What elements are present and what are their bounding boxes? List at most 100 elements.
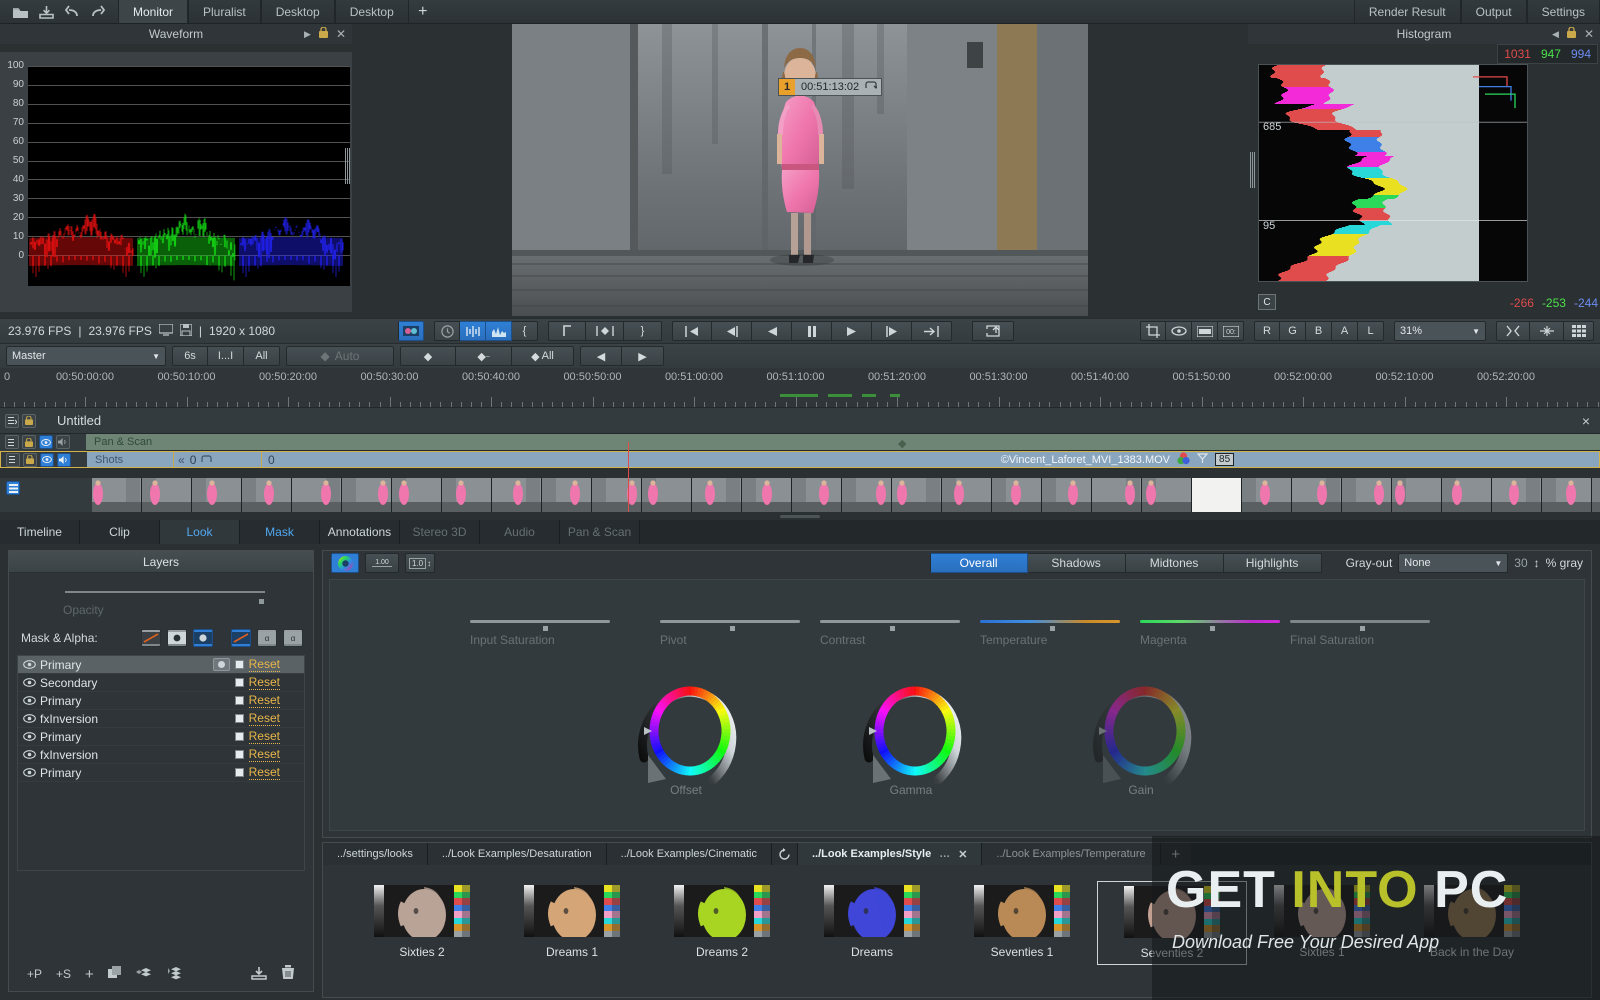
add-key-icon[interactable]: ◆: [400, 346, 456, 366]
waveform-resize-grip[interactable]: [345, 148, 350, 184]
visibility-icon[interactable]: [18, 714, 40, 723]
track-pan-and-scan[interactable]: Pan & Scan ◆: [0, 434, 1600, 451]
channel-a-button[interactable]: A: [1332, 321, 1358, 341]
reset-layer-link[interactable]: Reset: [249, 657, 280, 672]
grayout-stepper[interactable]: ↕: [1534, 556, 1540, 570]
filmstrip-frame[interactable]: [1242, 478, 1292, 512]
add-looks-tab-button[interactable]: +: [1161, 843, 1191, 865]
loop-icon[interactable]: [865, 80, 881, 94]
stack-down-icon[interactable]: [136, 966, 152, 983]
shot-prev-icon[interactable]: «: [178, 453, 185, 467]
video-monitor[interactable]: [352, 24, 1248, 316]
layer-checkbox[interactable]: [235, 750, 244, 759]
reset-layer-link[interactable]: Reset: [249, 747, 280, 762]
lock-icon[interactable]: [319, 27, 328, 41]
reset-layer-link[interactable]: Reset: [249, 711, 280, 726]
auto-keyframe-button[interactable]: ◆ Auto: [286, 346, 394, 366]
filmstrip-frame[interactable]: [1492, 478, 1542, 512]
grayout-select[interactable]: None ▼: [1398, 553, 1508, 573]
tab-audio[interactable]: Audio: [480, 520, 560, 544]
tab-mask[interactable]: Mask: [240, 520, 320, 544]
tab-output[interactable]: Output: [1461, 0, 1527, 23]
playhead-timecode-badge[interactable]: 1 00:51:13:02: [778, 78, 882, 96]
layer-row[interactable]: fxInversionReset: [18, 710, 304, 728]
center-icon[interactable]: [1530, 321, 1564, 341]
range-midtones-button[interactable]: Midtones: [1126, 553, 1224, 573]
grade-slider[interactable]: Temperature: [980, 620, 1120, 647]
opacity-control[interactable]: Opacity: [9, 573, 313, 629]
clip-badge[interactable]: 85: [1215, 453, 1234, 466]
slider-knob[interactable]: [1210, 626, 1215, 631]
shot-loop-icon[interactable]: [201, 453, 212, 467]
filmstrip-frame[interactable]: [442, 478, 492, 512]
visibility-icon[interactable]: [39, 435, 53, 449]
layer-checkbox[interactable]: [235, 660, 244, 669]
filmstrip-frame[interactable]: [1092, 478, 1142, 512]
filmstrip[interactable]: [92, 478, 1600, 512]
slider-track[interactable]: [1140, 620, 1280, 623]
filmstrip-frame[interactable]: [492, 478, 542, 512]
overflow-icon[interactable]: …: [939, 848, 950, 860]
range-highlights-button[interactable]: Highlights: [1224, 553, 1322, 573]
color-wheel-offset[interactable]: Offset: [630, 675, 742, 797]
letterbox-icon[interactable]: [1192, 321, 1218, 341]
channel-g-button[interactable]: G: [1280, 321, 1306, 341]
slider-knob[interactable]: [730, 626, 735, 631]
grayout-percent-value[interactable]: 30: [1514, 556, 1527, 570]
range-overall-button[interactable]: Overall: [930, 553, 1028, 573]
filmstrip-frame[interactable]: [1442, 478, 1492, 512]
opacity-slider-knob[interactable]: [259, 599, 264, 604]
visibility-icon[interactable]: [40, 453, 54, 467]
grade-slider[interactable]: Magenta: [1140, 620, 1280, 647]
filmstrip-frame[interactable]: [242, 478, 292, 512]
looks-tab-style[interactable]: ../Look Examples/Style … ✕: [798, 843, 982, 865]
no-mask-icon[interactable]: [141, 629, 161, 647]
slider-track[interactable]: [470, 620, 610, 623]
delete-key-icon[interactable]: ◆–: [456, 346, 512, 366]
look-thumbnail[interactable]: Dreams 1: [497, 881, 647, 963]
disk-icon[interactable]: [180, 324, 192, 339]
look-thumbnail[interactable]: Back in the Day: [1397, 881, 1547, 963]
layer-checkbox[interactable]: [235, 732, 244, 741]
layer-checkbox[interactable]: [235, 696, 244, 705]
mark-out-icon[interactable]: }: [624, 321, 662, 341]
channel-b-button[interactable]: B: [1306, 321, 1332, 341]
look-thumbnail[interactable]: Dreams: [797, 881, 947, 963]
reset-layer-link[interactable]: Reset: [249, 729, 280, 744]
filmstrip-frame[interactable]: [292, 478, 342, 512]
wheel-ring[interactable]: [859, 675, 963, 779]
waveform-expand-icon[interactable]: ▶: [304, 29, 311, 40]
look-thumbnail[interactable]: Dreams 2: [647, 881, 797, 963]
range-inout-button[interactable]: I...I: [208, 346, 244, 366]
add-secondary-button[interactable]: +S: [56, 967, 71, 981]
prev-key-icon[interactable]: ◀: [580, 346, 622, 366]
looks-tab-desaturation[interactable]: ../Look Examples/Desaturation: [428, 843, 607, 865]
add-layer-button[interactable]: +: [85, 966, 94, 983]
opacity-slider-track[interactable]: [65, 591, 265, 593]
add-primary-button[interactable]: +P: [27, 967, 42, 981]
look-thumbnail[interactable]: Seventies 2: [1097, 881, 1247, 965]
flag-icon[interactable]: [1197, 453, 1208, 467]
layer-row[interactable]: PrimaryReset: [18, 728, 304, 746]
track-select[interactable]: Master ▼: [6, 346, 166, 366]
crop-icon[interactable]: [1140, 321, 1166, 341]
filmstrip-frame[interactable]: [542, 478, 592, 512]
track-list-icon[interactable]: [5, 414, 19, 428]
filmstrip-frame[interactable]: [592, 478, 642, 512]
export-icon[interactable]: [972, 321, 1014, 341]
filmstrip-frame[interactable]: [1392, 478, 1442, 512]
duplicate-layer-icon[interactable]: [108, 966, 122, 983]
close-icon[interactable]: ✕: [958, 848, 967, 861]
filmstrip-frame[interactable]: [1342, 478, 1392, 512]
range-all-button[interactable]: All: [244, 346, 280, 366]
go-to-start-icon[interactable]: [672, 321, 712, 341]
tab-stereo-3d[interactable]: Stereo 3D: [400, 520, 480, 544]
tab-pan-and-scan[interactable]: Pan & Scan: [560, 520, 640, 544]
close-icon[interactable]: ✕: [1584, 27, 1594, 41]
filmstrip-frame[interactable]: [192, 478, 242, 512]
looks-tab-temperature[interactable]: ../Look Examples/Temperature: [982, 843, 1160, 865]
workspace-tab-desktop-1[interactable]: Desktop: [261, 0, 335, 23]
next-key-icon[interactable]: ▶: [622, 346, 664, 366]
layer-list[interactable]: PrimaryResetSecondaryResetPrimaryResetfx…: [17, 655, 305, 871]
visibility-icon[interactable]: [18, 750, 40, 759]
